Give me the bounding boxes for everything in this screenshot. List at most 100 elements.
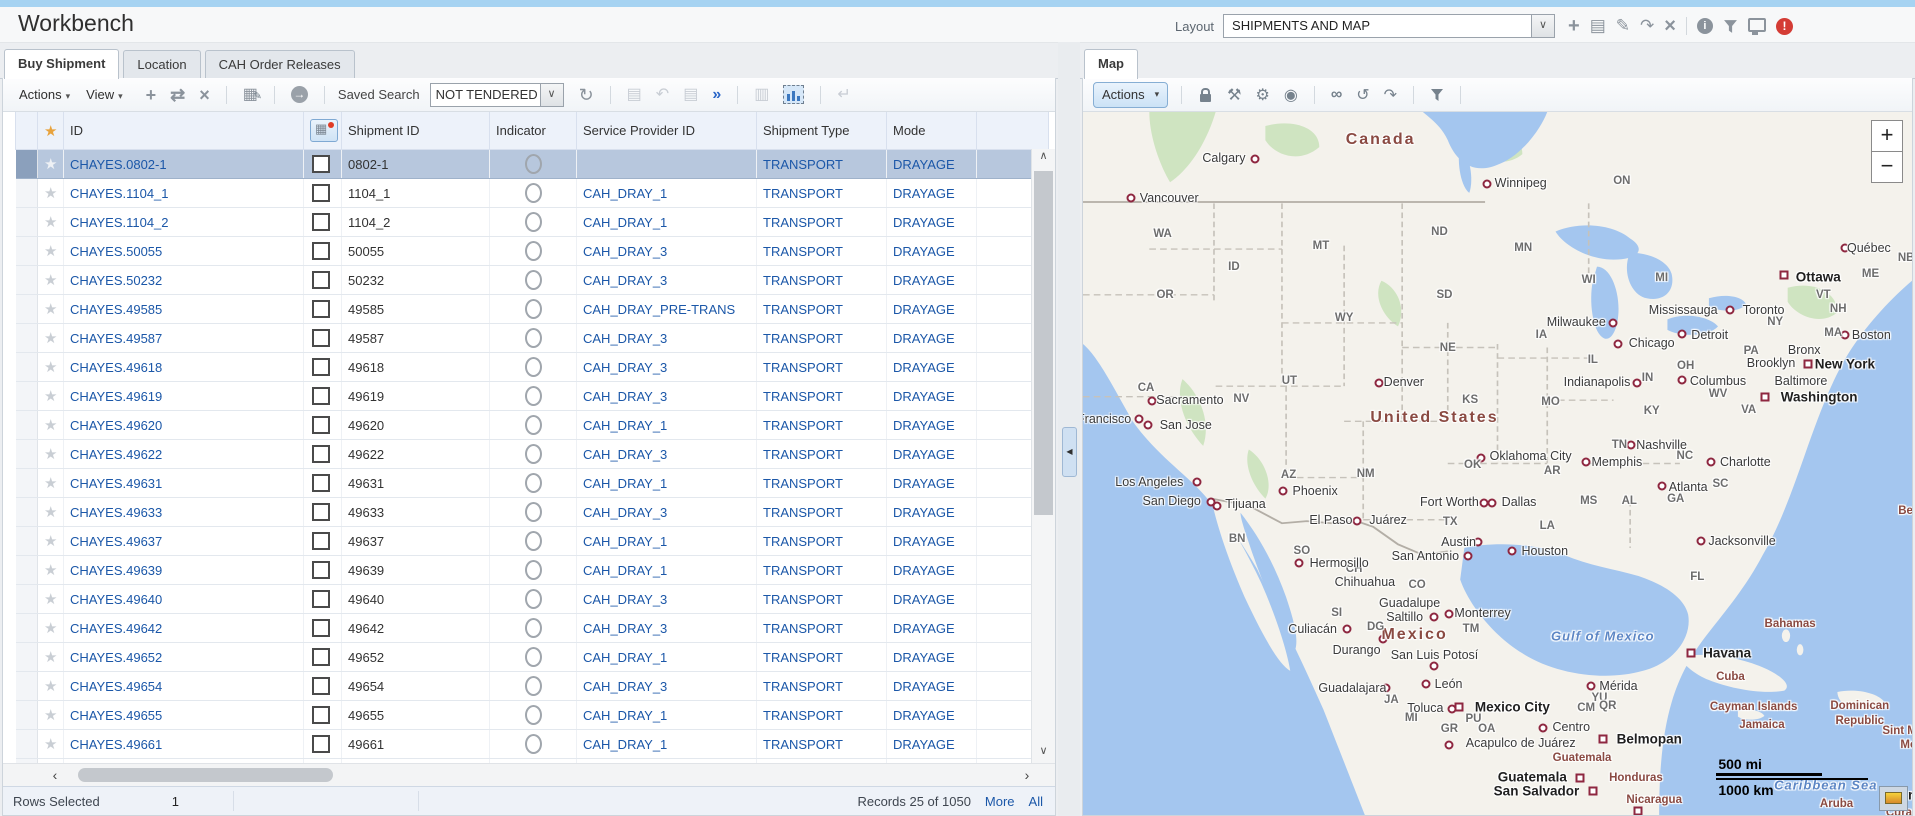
favorite-cell[interactable]: ★ (38, 556, 64, 585)
capital-marker-icon[interactable] (1575, 773, 1584, 782)
star-icon[interactable]: ★ (44, 562, 57, 579)
map-checkbox-cell[interactable] (304, 150, 342, 179)
mode-link[interactable]: DRAYAGE (893, 621, 955, 636)
map-checkbox[interactable] (312, 619, 330, 637)
mass-update-icon[interactable]: ▦✎ (243, 85, 258, 105)
city-marker-icon[interactable] (1353, 517, 1362, 526)
filter-funnel-icon[interactable] (1430, 88, 1444, 102)
compare-icon[interactable]: ⇄ (170, 85, 185, 105)
vertical-scroll-thumb[interactable] (1034, 171, 1053, 515)
shipment-type-link[interactable]: TRANSPORT (763, 621, 843, 636)
capital-marker-icon[interactable] (1686, 649, 1695, 658)
service-provider-link[interactable]: CAH_DRAY_1 (583, 215, 667, 230)
mode-link[interactable]: DRAYAGE (893, 302, 955, 317)
city-marker-icon[interactable] (1582, 458, 1591, 467)
city-marker-icon[interactable] (1632, 378, 1641, 387)
redo-icon[interactable]: ↷ (1640, 15, 1654, 37)
shipment-link[interactable]: CHAYES.49639 (70, 563, 162, 578)
tools-icon[interactable]: ⚒ (1227, 85, 1241, 105)
table-row[interactable]: ★CHAYES.4958549585CAH_DRAY_PRE-TRANSTRAN… (16, 295, 1049, 324)
star-icon[interactable]: ★ (44, 388, 57, 405)
mode-link[interactable]: DRAYAGE (893, 476, 955, 491)
city-marker-icon[interactable] (1707, 458, 1716, 467)
city-marker-icon[interactable] (1464, 552, 1473, 561)
shipment-type-link[interactable]: TRANSPORT (763, 331, 843, 346)
service-provider-link[interactable]: CAH_DRAY_1 (583, 186, 667, 201)
panel-splitter[interactable]: ◀ (1058, 42, 1080, 816)
table-row[interactable]: ★CHAYES.4962049620CAH_DRAY_1TRANSPORTDRA… (16, 411, 1049, 440)
map-checkbox-cell[interactable] (304, 469, 342, 498)
shipment-link[interactable]: CHAYES.49655 (70, 708, 162, 723)
row-handle[interactable] (16, 179, 38, 208)
map-checkbox[interactable] (312, 735, 330, 753)
favorite-cell[interactable]: ★ (38, 237, 64, 266)
row-handle[interactable] (16, 614, 38, 643)
city-marker-icon[interactable] (1278, 486, 1287, 495)
lock-icon[interactable] (1200, 94, 1211, 102)
row-handle[interactable] (16, 266, 38, 295)
delete-icon[interactable]: × (199, 85, 210, 105)
favorite-cell[interactable]: ★ (38, 614, 64, 643)
shipment-type-link[interactable]: TRANSPORT (763, 650, 843, 665)
shipment-type-link[interactable]: TRANSPORT (763, 186, 843, 201)
shipment-link[interactable]: CHAYES.49585 (70, 302, 162, 317)
map-checkbox-cell[interactable] (304, 266, 342, 295)
scroll-left-icon[interactable]: ‹ (45, 765, 65, 786)
horizontal-scroll-thumb[interactable] (78, 768, 333, 782)
city-marker-icon[interactable] (1608, 318, 1617, 327)
map-checkbox[interactable] (312, 648, 330, 666)
shipment-type-link[interactable]: TRANSPORT (763, 737, 843, 752)
more-tools-icon[interactable]: » (712, 85, 721, 105)
map-checkbox[interactable] (312, 416, 330, 434)
star-icon[interactable]: ★ (44, 649, 57, 666)
star-icon[interactable]: ★ (44, 272, 57, 289)
star-icon[interactable]: ★ (44, 678, 57, 695)
shipment-link[interactable]: CHAYES.50232 (70, 273, 162, 288)
shipment-type-link[interactable]: TRANSPORT (763, 563, 843, 578)
show-on-map-icon[interactable]: ▦ (310, 119, 338, 142)
shipment-type-link[interactable]: TRANSPORT (763, 447, 843, 462)
edit-icon[interactable]: ✎ (1616, 15, 1630, 37)
map-checkbox-cell[interactable] (304, 237, 342, 266)
row-handle[interactable] (16, 150, 38, 179)
city-marker-icon[interactable] (1678, 330, 1687, 339)
column-header-shipment-type[interactable]: Shipment Type (757, 112, 887, 150)
star-icon[interactable]: ★ (44, 156, 57, 173)
filter-funnel-icon[interactable] (1723, 19, 1738, 34)
city-marker-icon[interactable] (1134, 414, 1143, 423)
mode-link[interactable]: DRAYAGE (893, 389, 955, 404)
shipment-link[interactable]: CHAYES.49640 (70, 592, 162, 607)
shipment-type-link[interactable]: TRANSPORT (763, 418, 843, 433)
close-icon[interactable]: × (1664, 15, 1676, 37)
star-icon[interactable]: ★ (44, 301, 57, 318)
mode-link[interactable]: DRAYAGE (893, 679, 955, 694)
star-icon[interactable]: ★ (44, 504, 57, 521)
mode-link[interactable]: DRAYAGE (893, 447, 955, 462)
chevron-down-icon[interactable]: ∨ (540, 84, 563, 106)
all-records-link[interactable]: All (1029, 794, 1043, 809)
actions-menu-button[interactable]: Actions▾ (19, 87, 70, 102)
favorite-cell[interactable]: ★ (38, 701, 64, 730)
favorite-cell[interactable]: ★ (38, 411, 64, 440)
star-icon[interactable]: ★ (44, 707, 57, 724)
map-checkbox[interactable] (312, 271, 330, 289)
service-provider-link[interactable]: CAH_DRAY_3 (583, 331, 667, 346)
map-checkbox-cell[interactable] (304, 440, 342, 469)
favorite-cell[interactable]: ★ (38, 150, 64, 179)
capital-marker-icon[interactable] (1598, 735, 1607, 744)
mode-link[interactable]: DRAYAGE (893, 186, 955, 201)
table-row[interactable]: ★CHAYES.4964049640CAH_DRAY_3TRANSPORTDRA… (16, 585, 1049, 614)
redo-icon[interactable]: ↷ (1384, 85, 1397, 105)
city-marker-icon[interactable] (1445, 740, 1454, 749)
scroll-down-icon[interactable]: ∨ (1032, 744, 1055, 764)
city-marker-icon[interactable] (1213, 502, 1222, 511)
row-handle[interactable] (16, 353, 38, 382)
alert-icon[interactable]: ! (1776, 18, 1793, 35)
more-records-link[interactable]: More (985, 794, 1015, 809)
save-icon[interactable]: ▤ (683, 85, 698, 105)
scroll-up-icon[interactable]: ∧ (1032, 149, 1055, 169)
capital-marker-icon[interactable] (1454, 702, 1463, 711)
city-marker-icon[interactable] (1482, 179, 1491, 188)
mode-link[interactable]: DRAYAGE (893, 360, 955, 375)
map-checkbox-cell[interactable] (304, 527, 342, 556)
